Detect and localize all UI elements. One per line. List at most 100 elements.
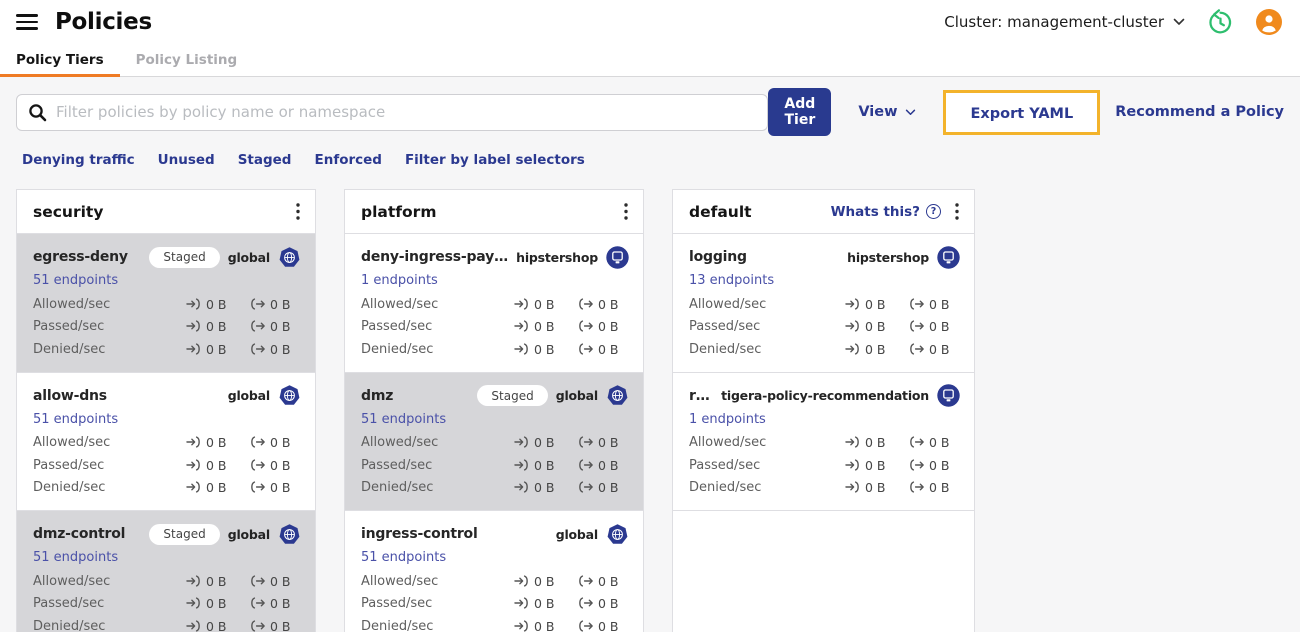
tier-menu-button[interactable] [290,199,306,224]
policy-card[interactable]: dmz Staged global 51 endpoints Allowed/s… [345,371,643,510]
endpoints-link[interactable]: 13 endpoints [689,273,774,288]
ingress-bytes: 0 B [206,457,227,473]
metric-label: Passed/sec [33,596,105,612]
metric-row: Passed/sec 0 B 0 B [33,454,301,477]
egress-metric: 0 B [578,456,629,475]
ingress-bytes: 0 B [534,435,555,451]
tier-name: platform [361,202,437,221]
egress-metric: 0 B [578,594,629,613]
egress-arrow-icon [909,433,924,452]
endpoints-link[interactable]: 1 endpoints [361,273,438,288]
quick-filter-link[interactable]: Enforced [314,152,381,168]
ingress-arrow-icon [514,340,529,359]
tab-policy-listing[interactable]: Policy Listing [120,44,254,76]
quick-filter-link[interactable]: Staged [238,152,292,168]
policy-card[interactable]: allow-dns global 51 endpoints Allowed/se… [17,371,315,510]
policy-card[interactable]: restricted tigera-policy-recommendation … [673,371,974,510]
endpoints-link[interactable]: 51 endpoints [33,273,118,288]
tier-menu-button[interactable] [949,199,965,224]
quick-filter-link[interactable]: Unused [158,152,215,168]
policy-card[interactable]: ingress-control global 51 endpoints Allo… [345,510,643,632]
ingress-bytes: 0 B [534,319,555,335]
tier-name: security [33,202,104,221]
metric-row: Passed/sec 0 B 0 B [33,593,301,616]
egress-metric: 0 B [578,317,629,336]
metric-label: Passed/sec [361,319,433,335]
ingress-bytes: 0 B [206,596,227,612]
egress-arrow-icon [578,594,593,613]
egress-arrow-icon [578,340,593,359]
egress-arrow-icon [250,594,265,613]
policy-card[interactable]: egress-deny Staged global 51 endpoints A… [17,233,315,372]
egress-arrow-icon [250,433,265,452]
ingress-metric: 0 B [845,478,896,497]
egress-arrow-icon [909,317,924,336]
metric-row: Allowed/sec 0 B 0 B [33,432,301,455]
history-icon[interactable] [1207,8,1234,36]
metric-label: Denied/sec [689,341,762,357]
view-dropdown-button[interactable]: View [858,104,916,120]
quick-filter-link[interactable]: Filter by label selectors [405,152,585,168]
metric-label: Allowed/sec [689,296,767,312]
quick-filter-link[interactable]: Denying traffic [22,152,135,168]
metric-label: Allowed/sec [689,435,767,451]
policy-card[interactable]: dmz-control Staged global 51 endpoints A… [17,510,315,632]
tab-policy-tiers[interactable]: Policy Tiers [0,44,120,77]
ingress-bytes: 0 B [534,341,555,357]
metric-row: Allowed/sec 0 B 0 B [689,293,960,316]
export-yaml-button[interactable]: Export YAML [970,106,1073,122]
endpoints-link[interactable]: 51 endpoints [33,412,118,427]
endpoints-link[interactable]: 1 endpoints [689,412,766,427]
namespace-scope-icon [937,384,960,407]
egress-bytes: 0 B [929,296,950,312]
global-scope-icon [278,384,301,407]
policy-search-input[interactable] [56,103,757,121]
ingress-metric: 0 B [845,456,896,475]
ingress-metric: 0 B [514,478,565,497]
egress-arrow-icon [250,478,265,497]
endpoints-link[interactable]: 51 endpoints [33,550,118,565]
ingress-arrow-icon [514,478,529,497]
metric-label: Denied/sec [33,480,106,496]
ingress-arrow-icon [845,295,860,314]
cluster-selector[interactable]: Cluster: management-cluster [944,13,1185,31]
hamburger-menu-icon[interactable] [16,14,38,30]
tier-menu-button[interactable] [618,199,634,224]
quick-filters: Denying traffic Unused Staged Enforced Filte… [16,135,1284,168]
policy-card[interactable]: logging hipstershop 13 endpoints Allowed… [673,233,974,372]
ingress-bytes: 0 B [865,341,886,357]
metric-row: Passed/sec 0 B 0 B [689,454,960,477]
policy-name: allow-dns [33,387,107,404]
add-tier-button[interactable]: Add Tier [768,88,832,136]
egress-arrow-icon [250,572,265,591]
whats-this-link[interactable]: Whats this? [831,204,941,220]
egress-arrow-icon [578,456,593,475]
top-bar: Policies Cluster: management-cluster [0,0,1300,44]
whats-this-label: Whats this? [830,203,920,220]
endpoints-link[interactable]: 51 endpoints [361,412,446,427]
endpoints-link[interactable]: 51 endpoints [361,550,446,565]
ingress-arrow-icon [845,478,860,497]
ingress-arrow-icon [186,433,201,452]
ingress-metric: 0 B [186,317,237,336]
policy-card[interactable]: deny-ingress-paymentservi... hipstershop… [345,233,643,372]
metric-label: Denied/sec [33,618,106,632]
egress-bytes: 0 B [270,573,291,589]
egress-bytes: 0 B [270,618,291,632]
metric-row: Allowed/sec 0 B 0 B [361,570,629,593]
ingress-metric: 0 B [514,594,565,613]
user-avatar[interactable] [1256,9,1282,35]
metric-row: Passed/sec 0 B 0 B [361,316,629,339]
metric-row: Allowed/sec 0 B 0 B [33,293,301,316]
ingress-metric: 0 B [514,340,565,359]
egress-metric: 0 B [578,478,629,497]
recommend-policy-button[interactable]: Recommend a Policy [1115,104,1284,120]
ingress-arrow-icon [514,317,529,336]
policy-scope-label: global [555,388,598,403]
kebab-icon [955,203,959,220]
egress-bytes: 0 B [929,319,950,335]
ingress-arrow-icon [186,594,201,613]
egress-bytes: 0 B [929,480,950,496]
policy-scope-label: global [227,526,270,542]
ingress-arrow-icon [514,433,529,452]
